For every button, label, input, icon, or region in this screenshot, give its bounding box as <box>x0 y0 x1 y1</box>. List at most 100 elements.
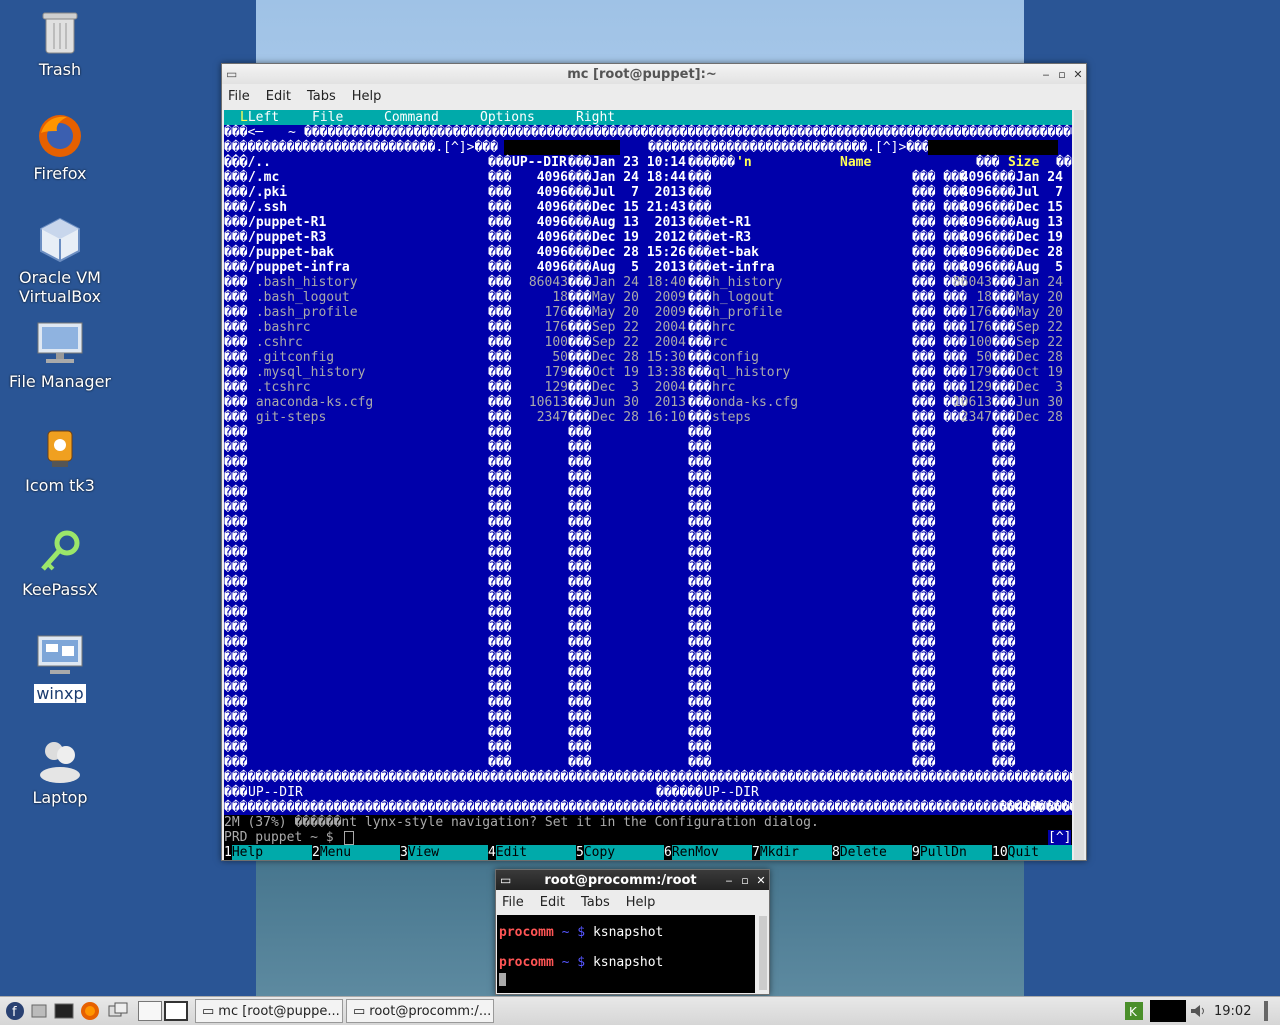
mc-border: ��� <box>992 245 1016 260</box>
menu-edit[interactable]: Edit <box>266 89 291 104</box>
terminal-launcher-icon[interactable] <box>54 1000 74 1022</box>
desktop-icon[interactable]: KeePassX <box>0 528 120 599</box>
menu-file[interactable]: File <box>502 895 524 910</box>
mc-terminal[interactable]: LLeft File Command Options Right ���<─ ~… <box>224 110 1072 860</box>
mc-border: ��� <box>992 440 1016 455</box>
file-row[interactable]: ��� .bashrc ��� 176 ��� Sep 22 2004 ��� hrc ���… <box>224 320 1072 335</box>
fedora-menu-icon[interactable]: f <box>4 1000 26 1022</box>
file-row[interactable]: ��� anaconda-ks.cfg ��� 10613 ��� Jun 30 201… <box>224 395 1072 410</box>
window-switch-icon[interactable] <box>108 1000 130 1022</box>
file-row[interactable]: ���/puppet-bak ��� 4096 ��� Dec 28 15:26 ��� e… <box>224 245 1072 260</box>
mc-menu-right[interactable]: Right <box>576 110 615 125</box>
fkey-edit-button[interactable]: 4 Edit <box>488 845 576 860</box>
fkey-menu-button[interactable]: 2 Menu <box>312 845 400 860</box>
file-row[interactable]: ��� .bash_logout ��� 18 ��� May 20 2009 ��� h_… <box>224 290 1072 305</box>
mc-border: ��� <box>992 545 1016 560</box>
menu-file[interactable]: File <box>228 89 250 104</box>
terminal-icon: ▭ <box>353 1003 366 1019</box>
right-file-size: 4096 <box>960 230 992 245</box>
file-row[interactable]: ��� .cshrc ��� 100 ��� Sep 22 2004 ��� rc ��� �… <box>224 335 1072 350</box>
updir-entry[interactable]: ���/.. <box>224 155 271 170</box>
terminal-scrollbar[interactable] <box>759 916 767 990</box>
desktop-icon[interactable]: Trash <box>0 8 120 79</box>
file-row[interactable]: ���/.ssh ��� 4096 ��� Dec 15 21:43 ��� ��� ���… <box>224 200 1072 215</box>
mc-border: ��� <box>488 380 512 395</box>
task-button-mc[interactable]: ▭ mc [root@puppe... <box>195 999 343 1023</box>
volume-icon[interactable] <box>1189 1000 1207 1022</box>
mc-menu-options[interactable]: Options <box>480 110 535 125</box>
mc-border: ��� <box>992 620 1016 635</box>
terminal-window[interactable]: ▭ root@procomm:/root ‒ ▫ ✕ File Edit Tab… <box>495 869 770 995</box>
desktop-icon[interactable]: Oracle VM VirtualBox <box>0 216 120 306</box>
file-row[interactable]: ���/.mc ��� 4096 ��� Jan 24 18:44 ��� ��� ��� 4… <box>224 170 1072 185</box>
maximize-icon[interactable]: ▫ <box>1054 68 1070 81</box>
fkey-view-button[interactable]: 3 View <box>400 845 488 860</box>
fkey-pulldn-button[interactable]: 9 PullDn <box>912 845 992 860</box>
file-row[interactable]: ���/.pki ��� 4096 ��� Jul 7 2013 ��� ��� ��� 40… <box>224 185 1072 200</box>
keepassx-tray-icon[interactable]: K <box>1124 1000 1146 1022</box>
task-button-terminal[interactable]: ▭ root@procomm:/... <box>346 999 494 1023</box>
fkey-delete-button[interactable]: 8 Delete <box>832 845 912 860</box>
fkey-help-button[interactable]: 1 Help <box>224 845 312 860</box>
mc-border: ��� <box>912 545 936 560</box>
maximize-icon[interactable]: ▫ <box>737 874 753 887</box>
files-launcher-icon[interactable] <box>30 1000 48 1022</box>
fkey-renmov-button[interactable]: 6 RenMov <box>664 845 752 860</box>
desktop-icon[interactable]: winxp <box>0 632 120 703</box>
mc-window[interactable]: ▭ mc [root@puppet]:~ ‒ ▫ ✕ File Edit Tab… <box>221 63 1087 861</box>
file-row[interactable]: ��� git-steps ��� 2347 ��� Dec 28 16:10 ��� st… <box>224 410 1072 425</box>
file-row[interactable]: ��� .bash_history ��� 86043 ��� Jan 24 18:40… <box>224 275 1072 290</box>
mc-scrollbar[interactable] <box>1074 110 1084 860</box>
menu-tabs[interactable]: Tabs <box>581 895 610 910</box>
file-row[interactable]: ��� .tcshrc ��� 129 ��� Dec 3 2004 ��� hrc ��� … <box>224 380 1072 395</box>
menu-edit[interactable]: Edit <box>540 895 565 910</box>
file-name: .gitconfig <box>248 350 335 365</box>
fkey-quit-button[interactable]: 10 Quit <box>992 845 1072 860</box>
updir-label: UP--DIR <box>512 155 567 170</box>
workspace-1[interactable] <box>138 1000 162 1022</box>
col-fragment: 'n <box>736 155 752 170</box>
desktop-icon[interactable]: File Manager <box>0 320 120 391</box>
mc-menu-command[interactable]: Command <box>384 110 439 125</box>
menu-tabs[interactable]: Tabs <box>307 89 336 104</box>
close-icon[interactable]: ✕ <box>1070 68 1086 81</box>
clock[interactable]: 19:02 <box>1214 1000 1254 1022</box>
terminal-output[interactable]: procomm ~ $ ksnapshot procomm ~ $ ksnaps… <box>497 915 755 993</box>
file-row[interactable]: ���/puppet-infra ��� 4096 ��� Aug 5 2013 ��� e… <box>224 260 1072 275</box>
icom-tk3-icon <box>36 424 84 472</box>
close-icon[interactable]: ✕ <box>753 874 769 887</box>
desktop-icon[interactable]: Icom tk3 <box>0 424 120 495</box>
terminal-titlebar[interactable]: ▭ root@procomm:/root ‒ ▫ ✕ <box>496 870 769 890</box>
file-date: Dec 3 2004 <box>592 380 686 395</box>
file-row[interactable]: ���/puppet-R3 ��� 4096 ��� Dec 19 2012 ��� et-… <box>224 230 1072 245</box>
file-size: 86043 <box>528 275 568 290</box>
desktop-icon[interactable]: Firefox <box>0 112 120 183</box>
mc-menu-file[interactable]: File <box>312 110 343 125</box>
fkey-mkdir-button[interactable]: 7 Mkdir <box>752 845 832 860</box>
mc-titlebar[interactable]: ▭ mc [root@puppet]:~ ‒ ▫ ✕ <box>222 64 1086 84</box>
mc-border: ����������������������������������������… <box>224 770 1072 785</box>
minimize-icon[interactable]: ‒ <box>721 874 737 887</box>
shutdown-icon[interactable] <box>1258 1000 1276 1022</box>
workspace-2[interactable] <box>164 1000 188 1022</box>
menu-help[interactable]: Help <box>352 89 382 104</box>
minimize-icon[interactable]: ‒ <box>1038 68 1054 81</box>
mc-menu-left[interactable]: LLeft <box>240 110 279 125</box>
mc-border: ��� <box>992 575 1016 590</box>
desktop-icon[interactable]: Laptop <box>0 736 120 807</box>
file-row[interactable]: ���/puppet-R1 ��� 4096 ��� Aug 13 2013 ��� et-… <box>224 215 1072 230</box>
fkey-copy-button[interactable]: 5 Copy <box>576 845 664 860</box>
left-panel-path: ~ <box>288 125 296 140</box>
mc-border: ��� <box>568 620 592 635</box>
file-row[interactable]: ��� .bash_profile ��� 176 ��� May 20 2009 ���… <box>224 305 1072 320</box>
file-row[interactable]: ��� .mysql_history ��� 179 ��� Oct 19 13:38 �… <box>224 365 1072 380</box>
desktop-icon-label: KeePassX <box>22 580 98 599</box>
file-row[interactable]: ��� .gitconfig ��� 50 ��� Dec 28 15:30 ��� con… <box>224 350 1072 365</box>
firefox-launcher-icon[interactable] <box>80 1000 102 1022</box>
function-key-bar: 1 Help 2 Menu 3 View 4 Edit 5 Copy 6 RenMov 7 Mkdir 8 D… <box>224 845 1072 860</box>
laptop-icon <box>36 736 84 784</box>
menu-help[interactable]: Help <box>626 895 656 910</box>
mc-border: ��� <box>568 260 592 275</box>
mc-status-border: ����������������������������������������… <box>224 800 1072 815</box>
mc-command-line[interactable]: PRD puppet ~ $ [^] <box>224 830 1072 845</box>
